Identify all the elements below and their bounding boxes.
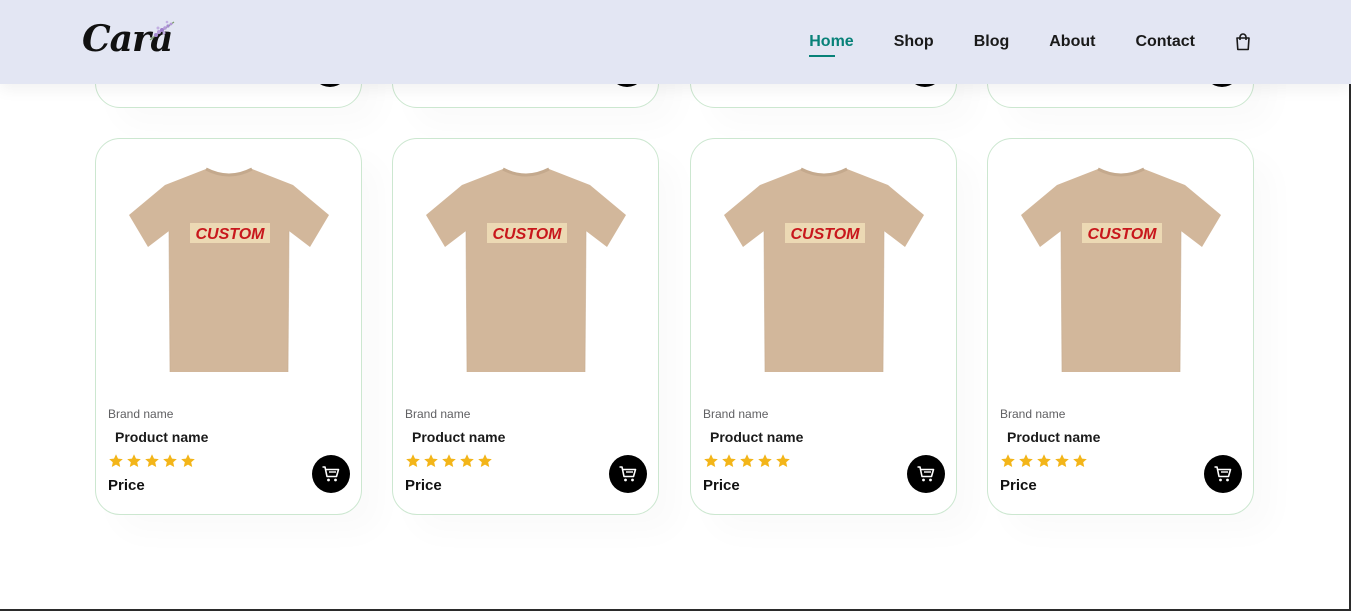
star-icon: [776, 454, 790, 467]
star-icon: [758, 454, 772, 467]
logo[interactable]: Cara: [82, 18, 182, 60]
product-name: Product name: [710, 429, 804, 445]
tshirt-image: CUSTOM: [1021, 167, 1221, 373]
product-image[interactable]: CUSTOM: [425, 167, 627, 373]
nav-contact[interactable]: Contact: [1135, 33, 1195, 51]
product-card[interactable]: CUSTOM Brand name Product name Price: [392, 138, 659, 515]
product-card[interactable]: CUSTOM Brand name Product name Price: [690, 138, 957, 515]
add-to-cart-button[interactable]: [907, 455, 945, 493]
tshirt-image: CUSTOM: [129, 167, 329, 373]
product-name: Product name: [1007, 429, 1101, 445]
lavender-icon: [149, 20, 175, 41]
cart-icon: [1214, 466, 1232, 482]
site-header: Cara Home Shop Blog About Contact: [0, 0, 1351, 84]
star-icon: [163, 454, 177, 467]
cart-icon: [619, 466, 637, 482]
star-icon: [1037, 454, 1051, 467]
rating-stars: [1000, 453, 1240, 469]
rating-stars: [108, 453, 348, 469]
star-icon: [145, 454, 159, 467]
shirt-print-text: CUSTOM: [492, 226, 562, 243]
shirt-print-text: CUSTOM: [790, 226, 860, 243]
shirt-print-text: CUSTOM: [1087, 226, 1157, 243]
star-icon: [406, 454, 420, 467]
brand-name: Brand name: [108, 407, 174, 421]
tshirt-image: CUSTOM: [724, 167, 924, 373]
product-info: Brand name Product name Price: [405, 407, 645, 494]
star-icon: [424, 454, 438, 467]
product-name: Product name: [412, 429, 506, 445]
star-icon: [109, 454, 123, 467]
brand-name: Brand name: [1000, 407, 1066, 421]
brand-name: Brand name: [703, 407, 769, 421]
star-icon: [442, 454, 456, 467]
rating-stars: [703, 453, 943, 469]
star-icon: [740, 454, 754, 467]
brand-name: Brand name: [405, 407, 471, 421]
page: CUSTOM Brand name Product name Price CUS…: [0, 0, 1351, 611]
product-image[interactable]: CUSTOM: [1020, 167, 1222, 373]
add-to-cart-button[interactable]: [312, 455, 350, 493]
product-info: Brand name Product name Price: [108, 407, 348, 494]
nav-shop[interactable]: Shop: [894, 33, 934, 51]
add-to-cart-button[interactable]: [609, 455, 647, 493]
product-image[interactable]: CUSTOM: [723, 167, 925, 373]
product-image[interactable]: CUSTOM: [128, 167, 330, 373]
main-nav: Home Shop Blog About Contact: [769, 0, 1251, 84]
star-icon: [1019, 454, 1033, 467]
product-info: Brand name Product name Price: [1000, 407, 1240, 494]
shopping-bag-icon[interactable]: [1235, 33, 1251, 51]
product-info: Brand name Product name Price: [703, 407, 943, 494]
star-icon: [127, 454, 141, 467]
shirt-print-text: CUSTOM: [195, 226, 265, 243]
product-card[interactable]: CUSTOM Brand name Product name Price: [987, 138, 1254, 515]
tshirt-image: CUSTOM: [426, 167, 626, 373]
nav-about[interactable]: About: [1049, 33, 1095, 51]
product-card[interactable]: CUSTOM Brand name Product name Price: [95, 138, 362, 515]
product-name: Product name: [115, 429, 209, 445]
star-icon: [704, 454, 718, 467]
star-icon: [460, 454, 474, 467]
star-icon: [181, 454, 195, 467]
cart-icon: [322, 466, 340, 482]
cart-icon: [917, 466, 935, 482]
nav-blog[interactable]: Blog: [974, 33, 1010, 51]
star-icon: [478, 454, 492, 467]
rating-stars: [405, 453, 645, 469]
star-icon: [722, 454, 736, 467]
star-icon: [1055, 454, 1069, 467]
nav-home[interactable]: Home: [809, 33, 854, 57]
add-to-cart-button[interactable]: [1204, 455, 1242, 493]
star-icon: [1001, 454, 1015, 467]
star-icon: [1073, 454, 1087, 467]
